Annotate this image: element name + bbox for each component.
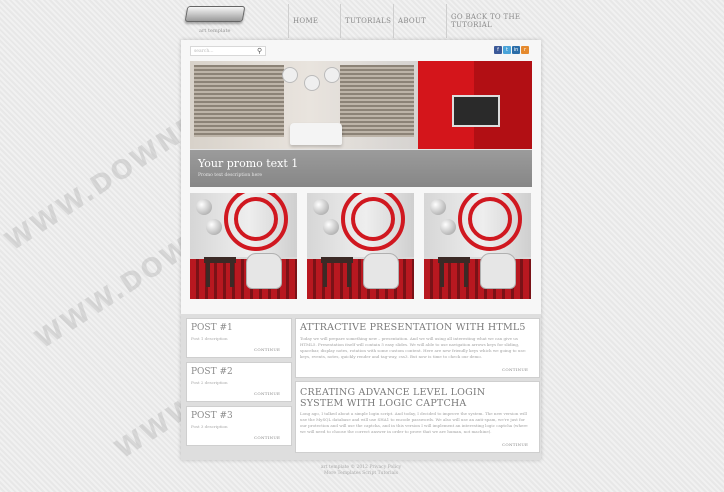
rss-icon[interactable]: r bbox=[521, 46, 529, 54]
post-title[interactable]: POST #3 bbox=[191, 411, 233, 421]
nav-tutorials[interactable]: TUTORIALS bbox=[340, 4, 395, 38]
thumbnail-image[interactable] bbox=[190, 193, 297, 299]
continue-link[interactable]: CONTINUE bbox=[254, 435, 280, 440]
decor-ring bbox=[351, 197, 395, 241]
logo-text: art template bbox=[199, 28, 231, 34]
chair bbox=[363, 253, 399, 289]
table-leg bbox=[206, 263, 210, 287]
search-input[interactable]: search... bbox=[190, 46, 266, 56]
chair bbox=[246, 253, 282, 289]
table-leg bbox=[347, 263, 351, 287]
decor-ball bbox=[313, 199, 329, 215]
tv-screen bbox=[452, 95, 500, 127]
post-description: Post 1 description bbox=[191, 336, 228, 341]
decor-ball bbox=[196, 199, 212, 215]
nav-back-to-tutorial[interactable]: GO BACK TO THE TUTORIAL bbox=[446, 4, 551, 38]
decor-ball bbox=[430, 199, 446, 215]
logo[interactable] bbox=[184, 6, 246, 22]
nav-about[interactable]: ABOUT bbox=[393, 4, 446, 38]
lamp bbox=[304, 75, 320, 91]
table-leg bbox=[464, 263, 468, 287]
linkedin-icon[interactable]: in bbox=[512, 46, 520, 54]
table-leg bbox=[440, 263, 444, 287]
nav-home[interactable]: HOME bbox=[288, 4, 339, 38]
twitter-icon[interactable]: t bbox=[503, 46, 511, 54]
decor-ball bbox=[206, 219, 222, 235]
lamp bbox=[282, 67, 298, 83]
table-leg bbox=[323, 263, 327, 287]
facebook-icon[interactable]: f bbox=[494, 46, 502, 54]
article-title[interactable]: CREATING ADVANCE LEVEL LOGIN SYSTEM WITH… bbox=[300, 387, 532, 409]
continue-link[interactable]: CONTINUE bbox=[502, 442, 528, 447]
table-leg bbox=[230, 263, 234, 287]
continue-link[interactable]: CONTINUE bbox=[254, 391, 280, 396]
decor-ring bbox=[468, 197, 512, 241]
lamp bbox=[324, 67, 340, 83]
sofa bbox=[290, 123, 342, 145]
footer-links[interactable]: More Templates Script Tutorials bbox=[181, 471, 541, 477]
post-title[interactable]: POST #2 bbox=[191, 367, 233, 377]
thumbnail-image[interactable] bbox=[424, 193, 531, 299]
continue-link[interactable]: CONTINUE bbox=[254, 347, 280, 352]
chair bbox=[480, 253, 516, 289]
footer: art template © 2012 Privacy Policy More … bbox=[181, 465, 541, 477]
window-blinds bbox=[194, 65, 284, 137]
post-title[interactable]: POST #1 bbox=[191, 323, 233, 333]
decor-ring bbox=[234, 197, 278, 241]
decor-ball bbox=[323, 219, 339, 235]
continue-link[interactable]: CONTINUE bbox=[502, 367, 528, 372]
decor-ball bbox=[440, 219, 456, 235]
search-icon[interactable]: ⚲ bbox=[257, 47, 262, 55]
article-body: Today we will prepare something new – pr… bbox=[300, 336, 527, 359]
promo-title: Your promo text 1 bbox=[198, 157, 299, 170]
window-blinds bbox=[340, 65, 414, 137]
promo-subtitle: Promo text description here bbox=[198, 173, 263, 178]
post-description: Post 3 description bbox=[191, 424, 228, 429]
post-description: Post 2 description bbox=[191, 380, 228, 385]
article-body: Long ago, I talked about a simple login … bbox=[300, 411, 528, 434]
article-title[interactable]: ATTRACTIVE PRESENTATION WITH HTML5 bbox=[300, 322, 526, 333]
thumbnail-image[interactable] bbox=[307, 193, 414, 299]
